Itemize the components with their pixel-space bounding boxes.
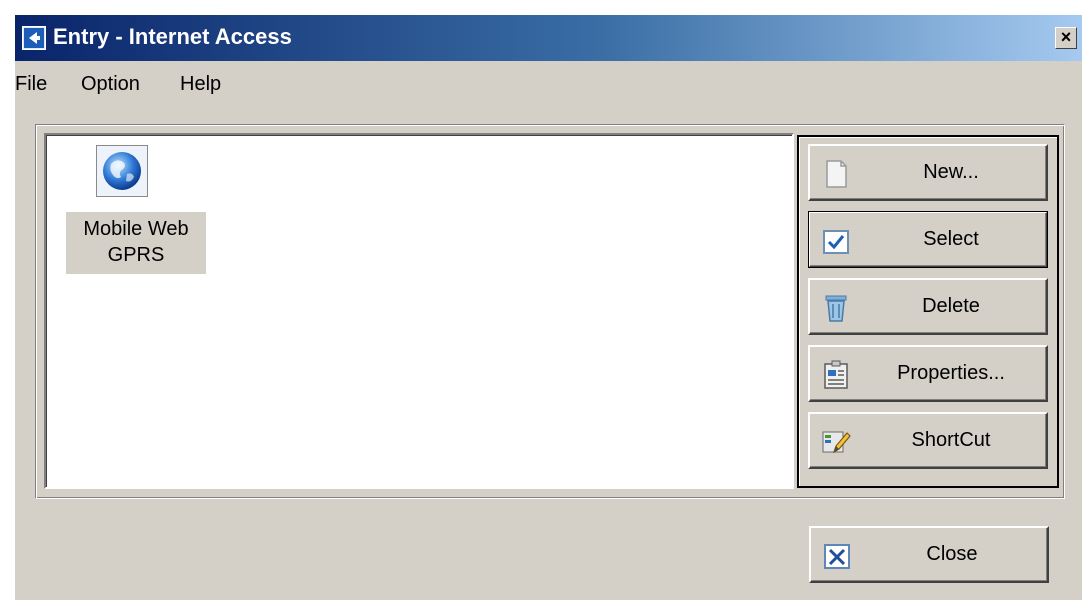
menu-file[interactable]: File <box>15 73 47 96</box>
select-button-label: Select <box>923 228 979 250</box>
pencil-icon <box>820 426 852 458</box>
close-button-label: Close <box>926 543 978 565</box>
entry-label[interactable]: Mobile Web GPRS <box>66 212 206 274</box>
select-button[interactable]: Select <box>808 211 1048 268</box>
app-icon <box>22 26 46 50</box>
close-button[interactable]: Close <box>809 526 1049 583</box>
globe-icon[interactable] <box>96 145 148 197</box>
delete-button-label: Delete <box>922 295 980 317</box>
properties-icon <box>820 359 852 391</box>
menu-help[interactable]: Help <box>180 73 221 96</box>
checkbox-icon <box>820 225 852 257</box>
window-title: Entry - Internet Access <box>53 24 292 49</box>
new-button[interactable]: New... <box>808 144 1048 201</box>
action-button-group: New... Select Delete Properties... Short… <box>797 135 1059 488</box>
document-icon <box>820 158 852 190</box>
properties-button[interactable]: Properties... <box>808 345 1048 402</box>
menu-option[interactable]: Option <box>81 73 140 96</box>
dialog-window: Entry - Internet Access × File Option He… <box>14 14 1082 600</box>
delete-button[interactable]: Delete <box>808 278 1048 335</box>
menu-bar: File Option Help <box>15 68 415 102</box>
trash-icon <box>820 292 852 324</box>
new-button-label: New... <box>923 161 979 183</box>
shortcut-button-label: ShortCut <box>911 429 991 451</box>
properties-button-label: Properties... <box>897 362 1005 384</box>
title-bar[interactable]: Entry - Internet Access × <box>15 15 1082 61</box>
entry-list[interactable]: Mobile Web GPRS <box>44 133 794 489</box>
title-close-button[interactable]: × <box>1055 27 1077 49</box>
shortcut-button[interactable]: ShortCut <box>808 412 1048 469</box>
close-icon <box>821 540 853 572</box>
entry-label-line2: GPRS <box>107 244 165 266</box>
entry-label-line1: Mobile Web <box>83 218 189 240</box>
